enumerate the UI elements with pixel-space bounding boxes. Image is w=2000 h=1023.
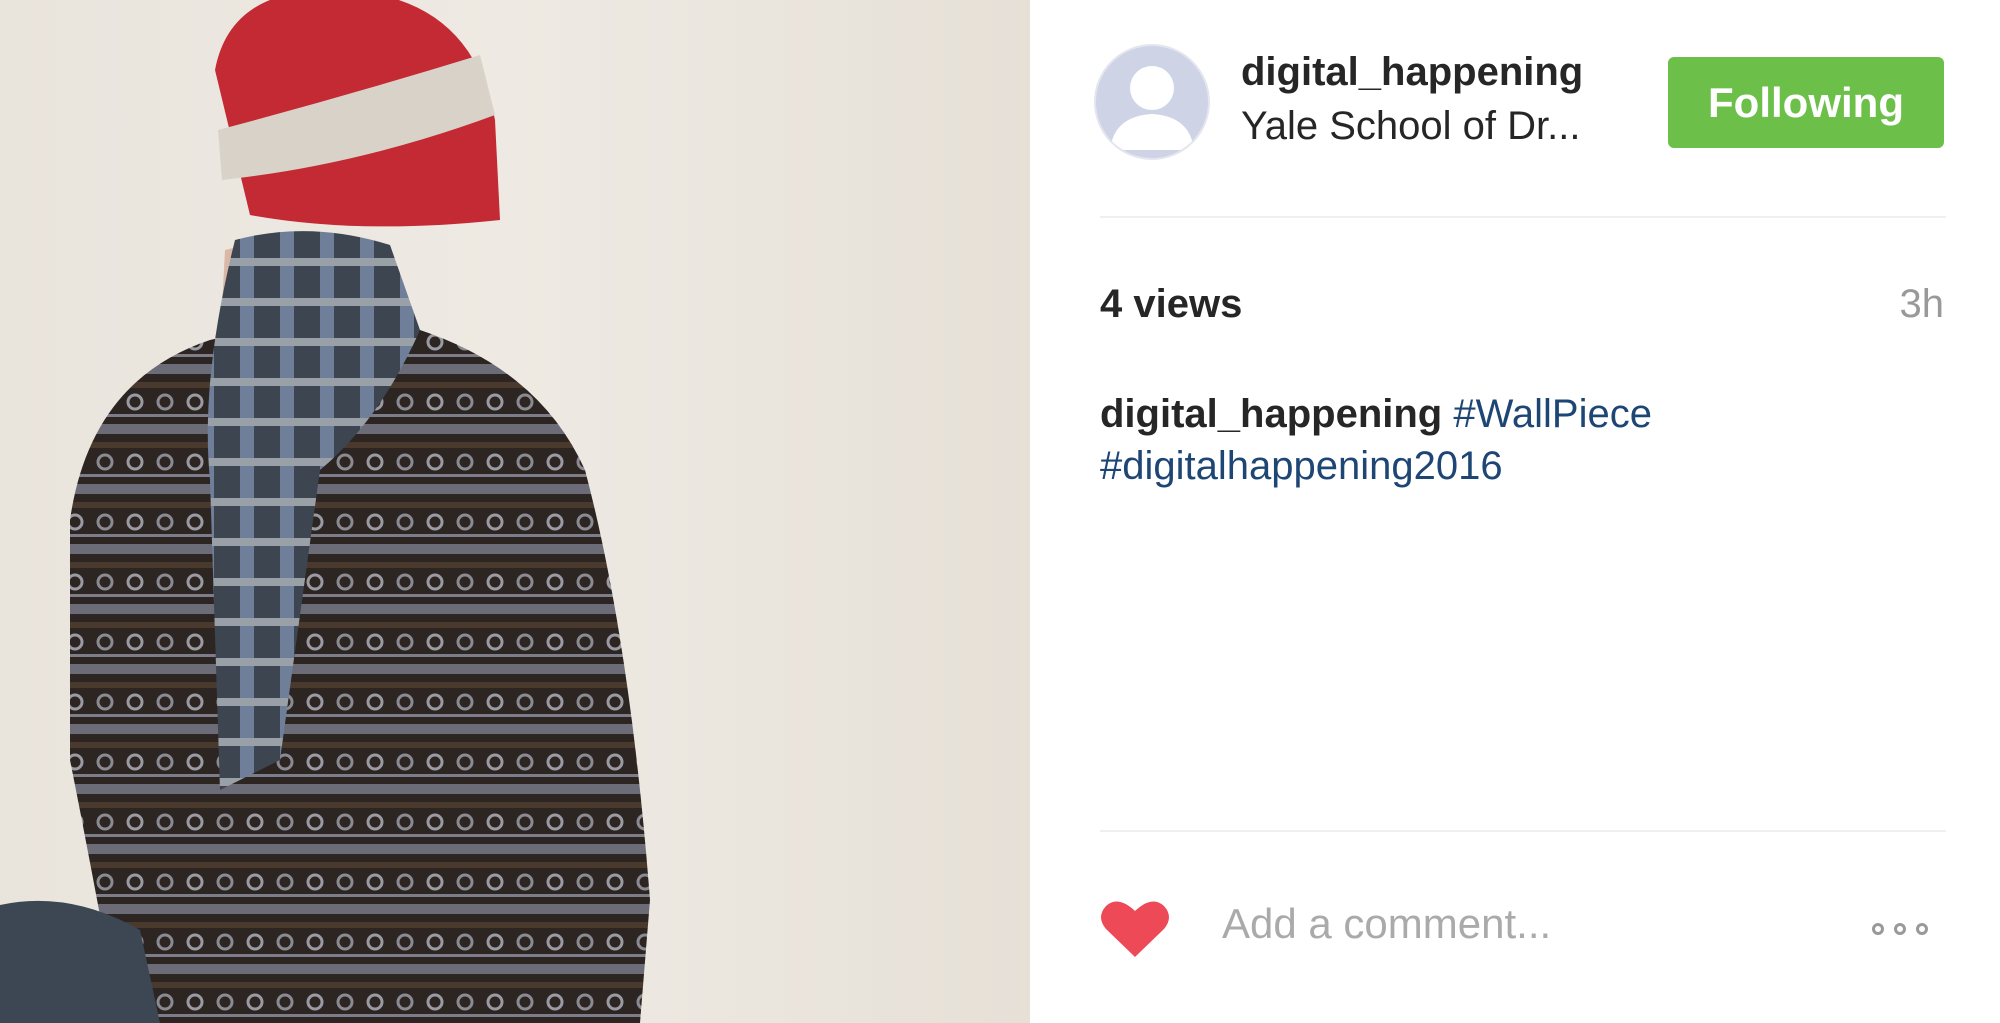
- more-dot-icon: [1916, 923, 1928, 935]
- post-video[interactable]: [0, 0, 1030, 1023]
- post-username[interactable]: digital_happening: [1241, 50, 1583, 95]
- post-caption: digital_happening #WallPiece #digitalhap…: [1100, 388, 1946, 492]
- more-dot-icon: [1872, 923, 1884, 935]
- add-comment-input[interactable]: Add a comment...: [1222, 900, 1551, 948]
- post-location[interactable]: Yale School of Dr...: [1241, 104, 1580, 149]
- caption-author[interactable]: digital_happening: [1100, 392, 1442, 436]
- post-sidebar: digital_happening Yale School of Dr... F…: [1030, 0, 2000, 1023]
- following-button[interactable]: Following: [1668, 57, 1944, 148]
- post-timestamp: 3h: [1899, 282, 1945, 326]
- video-frame-image: [0, 0, 1030, 1023]
- footer-divider: [1100, 830, 1946, 832]
- header-divider: [1100, 216, 1946, 218]
- more-options-icon[interactable]: [1872, 916, 1944, 942]
- hashtag-wallpiece[interactable]: #WallPiece: [1453, 392, 1652, 436]
- more-dot-icon: [1894, 923, 1906, 935]
- view-count: 4 views: [1100, 282, 1243, 326]
- heart-icon[interactable]: [1100, 897, 1170, 959]
- hashtag-digitalhappening2016[interactable]: #digitalhappening2016: [1100, 444, 1503, 488]
- default-avatar-icon[interactable]: [1094, 44, 1210, 160]
